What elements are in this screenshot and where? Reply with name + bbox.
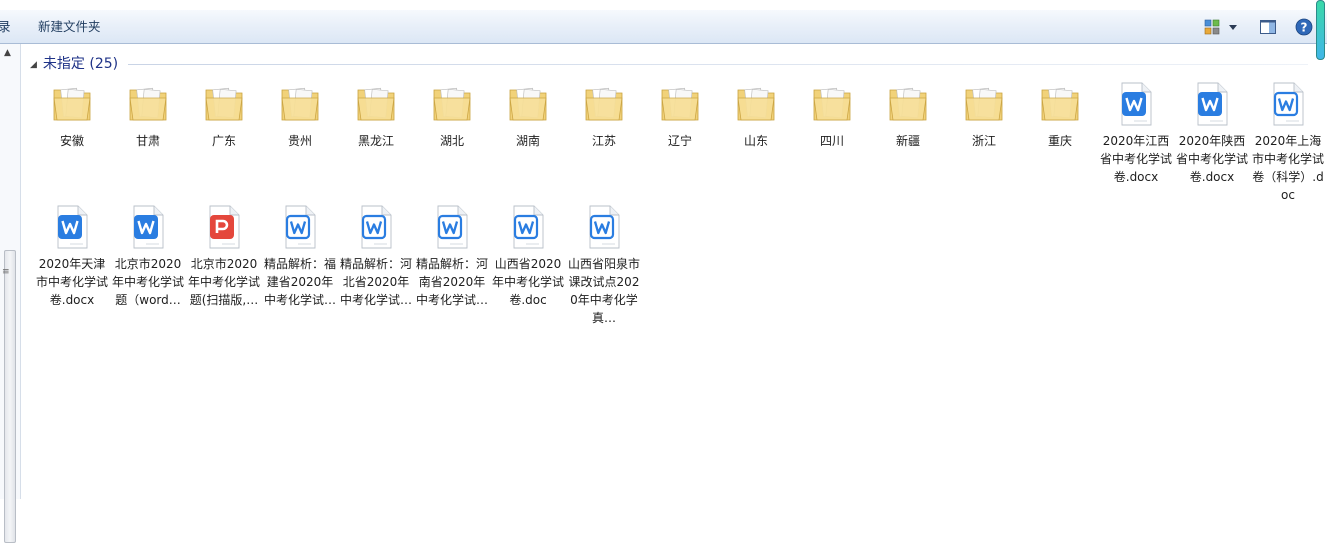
folder-icon <box>509 87 547 121</box>
item-label: 山东 <box>743 134 768 148</box>
folder-icon <box>737 87 775 121</box>
grip-icon: ≡ <box>2 267 10 277</box>
pdf-file-icon <box>209 205 240 249</box>
folder-icon <box>357 87 395 121</box>
item-label: 山西省2020年中考化学试卷.doc <box>492 257 565 307</box>
folder-item[interactable]: 湖北 <box>416 80 488 150</box>
folder-item[interactable]: 广东 <box>188 80 260 150</box>
item-label: 安徽 <box>59 134 84 148</box>
item-label: 精品解析：河北省2020年中考化学试… <box>340 257 413 307</box>
item-label: 2020年上海市中考化学试卷（科学）.doc <box>1252 134 1325 202</box>
folder-icon <box>813 87 851 121</box>
file-item[interactable]: 2020年天津市中考化学试卷.docx <box>36 203 108 309</box>
group-title: 未指定 (25) <box>42 56 119 72</box>
item-label: 江苏 <box>591 134 616 148</box>
group-header[interactable]: ◢ 未指定 (25) <box>30 54 118 74</box>
folder-icon <box>205 87 243 121</box>
file-item[interactable]: 精品解析：河北省2020年中考化学试… <box>340 203 412 309</box>
item-label: 2020年天津市中考化学试卷.docx <box>36 257 109 307</box>
file-item[interactable]: 2020年陕西省中考化学试卷.docx <box>1176 80 1248 186</box>
word-document-icon <box>1197 82 1228 126</box>
word-document-icon <box>285 205 316 249</box>
folder-item[interactable]: 浙江 <box>948 80 1020 150</box>
item-label: 精品解析：福建省2020年中考化学试… <box>264 257 337 307</box>
folder-item[interactable]: 新疆 <box>872 80 944 150</box>
file-item[interactable]: 北京市2020年中考化学试题(扫描版,… <box>188 203 260 309</box>
folder-icon <box>281 87 319 121</box>
item-label: 甘肃 <box>135 134 160 148</box>
item-label: 精品解析：河南省2020年中考化学试… <box>416 257 489 307</box>
folder-icon <box>129 87 167 121</box>
folder-icon <box>1041 87 1079 121</box>
item-label: 辽宁 <box>667 134 692 148</box>
folder-item[interactable]: 湖南 <box>492 80 564 150</box>
scroll-up-icon[interactable]: ▲ <box>4 48 11 58</box>
item-label: 2020年陕西省中考化学试卷.docx <box>1176 134 1249 184</box>
folder-item[interactable]: 贵州 <box>264 80 336 150</box>
navigation-scrollbar-thumb[interactable] <box>4 250 16 543</box>
help-icon[interactable]: ? <box>1295 18 1313 36</box>
file-item[interactable]: 2020年江西省中考化学试卷.docx <box>1100 80 1172 186</box>
item-label: 重庆 <box>1047 134 1072 148</box>
view-options-icon[interactable] <box>1204 18 1220 36</box>
collapse-triangle-icon[interactable]: ◢ <box>30 60 37 70</box>
folder-item[interactable]: 黑龙江 <box>340 80 412 150</box>
command-toolbar: 录 新建文件夹 ? <box>0 10 1327 44</box>
file-item[interactable]: 山西省阳泉市课改试点2020年中考化学真… <box>568 203 640 327</box>
scroll-indicator[interactable] <box>1316 0 1325 60</box>
item-label: 黑龙江 <box>357 134 394 148</box>
item-label: 广东 <box>211 134 236 148</box>
folder-item[interactable]: 江苏 <box>568 80 640 150</box>
file-item[interactable]: 山西省2020年中考化学试卷.doc <box>492 203 564 309</box>
folder-icon <box>53 87 91 121</box>
folder-item[interactable]: 四川 <box>796 80 868 150</box>
folder-item[interactable]: 辽宁 <box>644 80 716 150</box>
new-folder-button[interactable]: 新建文件夹 <box>38 10 101 43</box>
word-document-icon <box>513 205 544 249</box>
word-document-icon <box>589 205 620 249</box>
file-item[interactable]: 精品解析：河南省2020年中考化学试… <box>416 203 488 309</box>
word-document-icon <box>361 205 392 249</box>
folder-icon <box>433 87 471 121</box>
folder-icon <box>965 87 1003 121</box>
folder-item[interactable]: 安徽 <box>36 80 108 150</box>
item-label: 北京市2020年中考化学试题（word… <box>112 257 185 307</box>
item-label: 新疆 <box>895 134 920 148</box>
folder-icon <box>661 87 699 121</box>
folder-item[interactable]: 甘肃 <box>112 80 184 150</box>
folder-item[interactable]: 重庆 <box>1024 80 1096 150</box>
word-document-icon <box>57 205 88 249</box>
navigation-pane-edge: ▲ ≡ <box>0 44 21 543</box>
item-label: 湖北 <box>439 134 464 148</box>
word-document-icon <box>1273 82 1304 126</box>
item-label: 湖南 <box>515 134 540 148</box>
group-divider <box>128 64 1308 65</box>
item-label: 贵州 <box>287 134 312 148</box>
item-label: 浙江 <box>971 134 996 148</box>
item-label: 山西省阳泉市课改试点2020年中考化学真… <box>568 257 641 325</box>
item-label: 2020年江西省中考化学试卷.docx <box>1100 134 1173 184</box>
toolbar-cut-item[interactable]: 录 <box>0 10 11 43</box>
folder-icon <box>585 87 623 121</box>
item-label: 北京市2020年中考化学试题(扫描版,… <box>188 257 261 307</box>
folder-icon <box>889 87 927 121</box>
svg-text:?: ? <box>1301 21 1308 35</box>
word-document-icon <box>1121 82 1152 126</box>
file-item[interactable]: 北京市2020年中考化学试题（word… <box>112 203 184 309</box>
preview-pane-icon[interactable] <box>1259 18 1277 36</box>
item-label: 四川 <box>819 134 844 148</box>
window-top-edge <box>0 0 1327 10</box>
chevron-down-icon[interactable] <box>1228 18 1238 36</box>
word-document-icon <box>133 205 164 249</box>
folder-item[interactable]: 山东 <box>720 80 792 150</box>
file-item[interactable]: 精品解析：福建省2020年中考化学试… <box>264 203 336 309</box>
file-item[interactable]: 2020年上海市中考化学试卷（科学）.doc <box>1252 80 1324 204</box>
word-document-icon <box>437 205 468 249</box>
